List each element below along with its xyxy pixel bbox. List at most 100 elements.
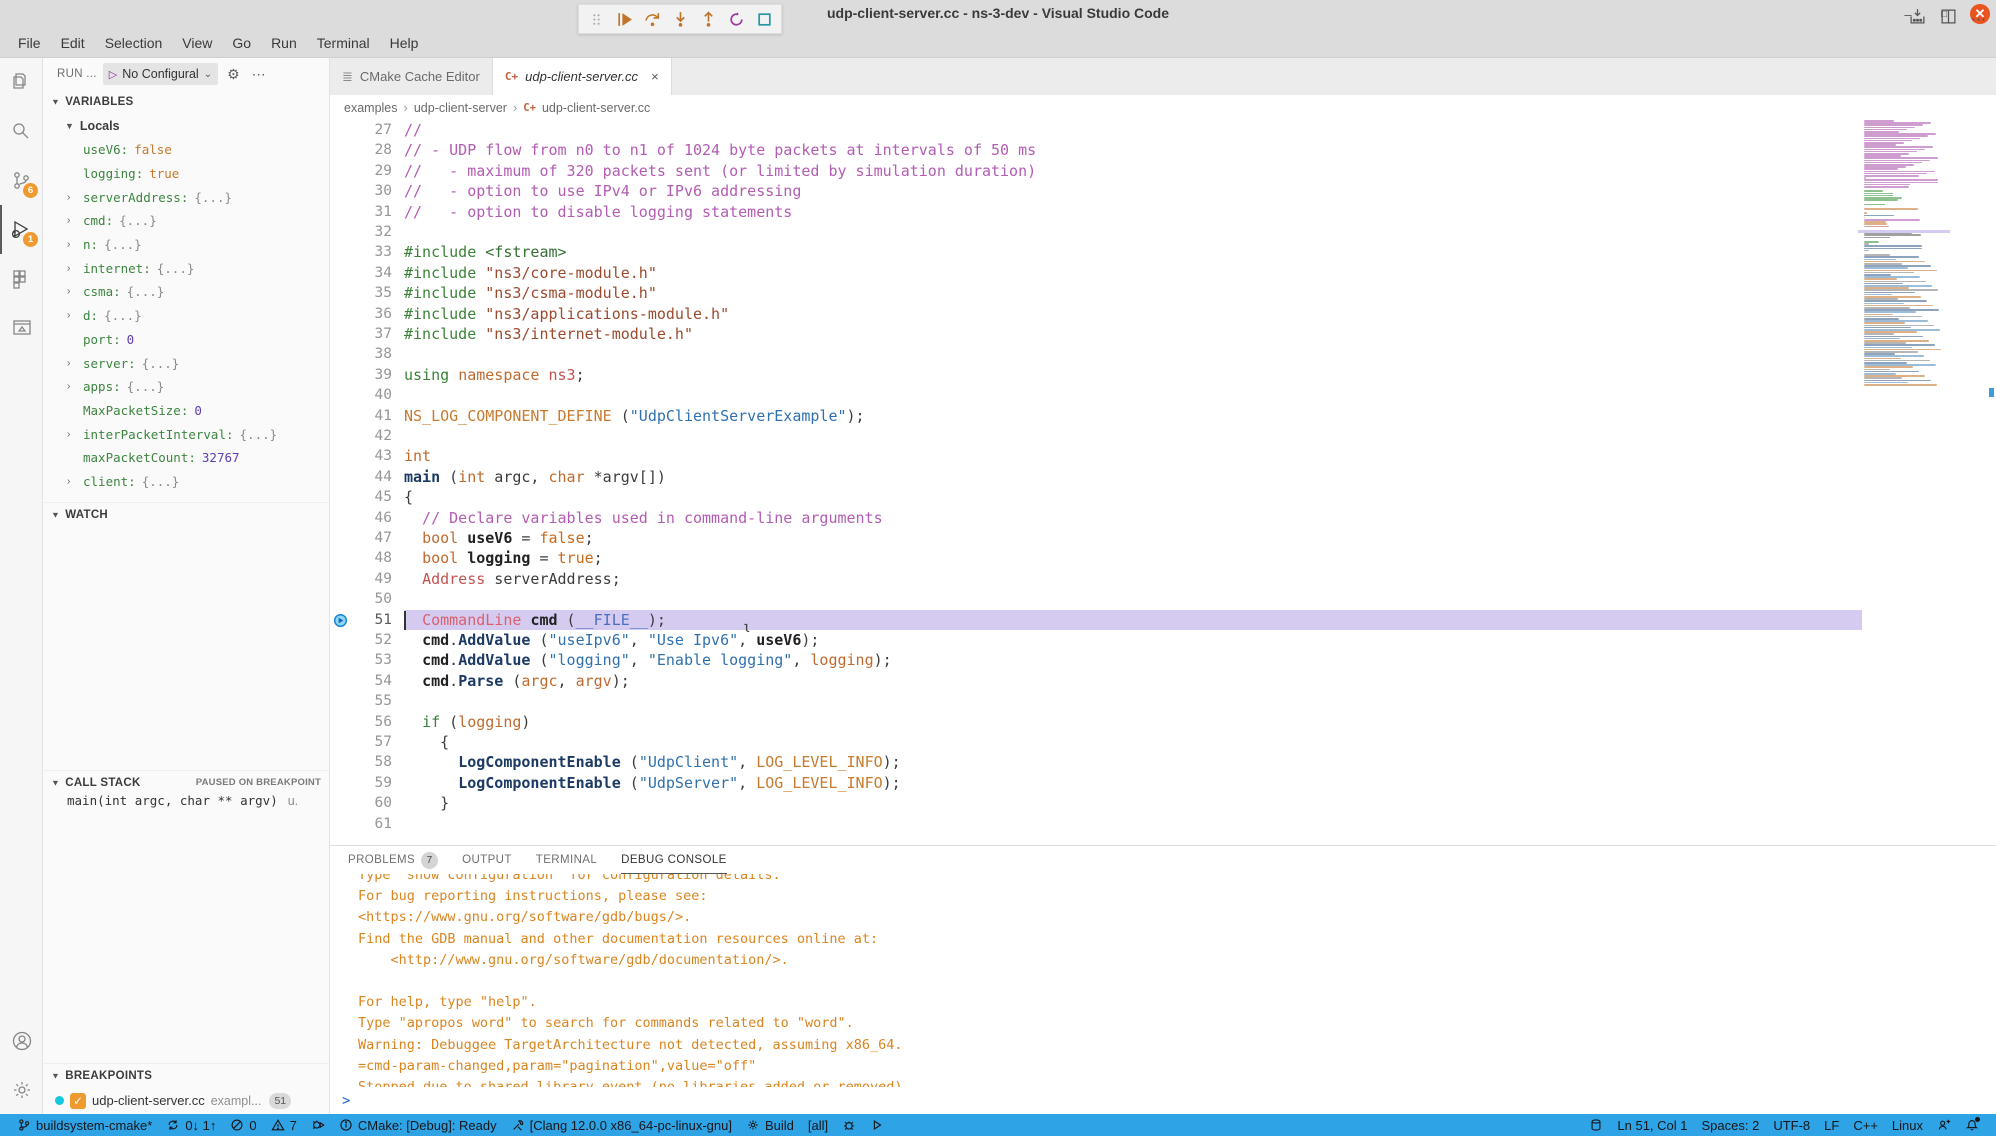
locals-scope[interactable]: ▼ Locals	[43, 114, 329, 138]
variable-row[interactable]: ›n:{...}	[43, 233, 329, 257]
code-line-61[interactable]: 61	[330, 814, 1996, 834]
code-line-58[interactable]: 58 LogComponentEnable ("UdpClient", LOG_…	[330, 752, 1996, 772]
status-branch[interactable]: buildsystem-cmake*	[10, 1118, 159, 1133]
code-line-37[interactable]: 37#include "ns3/internet-module.h"	[330, 324, 1996, 344]
chevron-right-icon[interactable]: ›	[67, 239, 83, 250]
activity-account-icon[interactable]	[0, 1016, 43, 1065]
code-line-51[interactable]: 51 CommandLine cmd (__FILE__);	[330, 610, 1996, 630]
status-bug[interactable]	[835, 1118, 863, 1132]
status-gear[interactable]: Build	[739, 1118, 801, 1133]
menu-selection[interactable]: Selection	[95, 31, 173, 55]
code-line-50[interactable]: 50	[330, 589, 1996, 609]
status-info[interactable]: CMake: [Debug]: Ready	[332, 1118, 504, 1133]
menu-go[interactable]: Go	[222, 31, 261, 55]
status-database[interactable]	[1582, 1118, 1610, 1132]
variable-row[interactable]: ›cmd:{...}	[43, 209, 329, 233]
code-line-48[interactable]: 48 bool logging = true;	[330, 548, 1996, 568]
code-line-31[interactable]: 31// - option to disable logging stateme…	[330, 202, 1996, 222]
code-line-45[interactable]: 45{	[330, 487, 1996, 507]
activity-search-icon[interactable]	[0, 107, 43, 156]
panel-tab-debug-console[interactable]: DEBUG CONSOLE	[621, 846, 727, 874]
status-ln-51-col-1[interactable]: Ln 51, Col 1	[1610, 1118, 1694, 1133]
breadcrumb-item[interactable]: examples	[344, 101, 398, 115]
menu-run[interactable]: Run	[261, 31, 307, 55]
code-line-30[interactable]: 30// - option to use IPv4 or IPv6 addres…	[330, 181, 1996, 201]
variable-row[interactable]: ›interPacketInterval:{...}	[43, 422, 329, 446]
tab-cmake-cache-editor[interactable]: ≣CMake Cache Editor	[330, 58, 493, 95]
code-line-43[interactable]: 43int	[330, 446, 1996, 466]
breadcrumb-item[interactable]: udp-client-server.cc	[542, 101, 650, 115]
status-bell[interactable]	[1958, 1118, 1986, 1132]
breakpoint-row[interactable]: ✓ udp-client-server.cc exampl... 51	[43, 1088, 329, 1113]
more-actions-icon[interactable]: ⋯	[1971, 10, 1986, 28]
status-feedback[interactable]	[1930, 1118, 1958, 1132]
chevron-right-icon[interactable]: ›	[67, 429, 83, 440]
code-line-56[interactable]: 56 if (logging)	[330, 712, 1996, 732]
panel-tab-terminal[interactable]: TERMINAL	[536, 846, 597, 874]
variable-row[interactable]: ›serverAddress:{...}	[43, 185, 329, 209]
status-play[interactable]	[863, 1118, 891, 1132]
debug-settings-gear-icon[interactable]: ⚙	[224, 66, 243, 83]
chevron-right-icon[interactable]: ›	[67, 215, 83, 226]
status-error[interactable]: 0	[223, 1118, 263, 1133]
code-line-47[interactable]: 47 bool useV6 = false;	[330, 528, 1996, 548]
split-editor-icon[interactable]	[1940, 8, 1957, 30]
code-line-44[interactable]: 44main (int argc, char *argv[])	[330, 467, 1996, 487]
chevron-right-icon[interactable]: ›	[67, 358, 83, 369]
menu-file[interactable]: File	[8, 31, 51, 55]
variable-row[interactable]: ›csma:{...}	[43, 280, 329, 304]
activity-run-and-debug-icon[interactable]: 1	[0, 205, 43, 254]
code-line-33[interactable]: 33#include <fstream>	[330, 242, 1996, 262]
code-line-34[interactable]: 34#include "ns3/core-module.h"	[330, 263, 1996, 283]
code-line-32[interactable]: 32	[330, 222, 1996, 242]
code-line-46[interactable]: 46 // Declare variables used in command-…	[330, 508, 1996, 528]
breakpoints-section-header[interactable]: ▼ BREAKPOINTS	[43, 1063, 329, 1087]
chevron-right-icon[interactable]: ›	[67, 286, 83, 297]
activity-test-panel-icon[interactable]	[0, 303, 43, 352]
code-line-38[interactable]: 38	[330, 344, 1996, 364]
variable-row[interactable]: maxPacketCount:32767	[43, 446, 329, 470]
variable-row[interactable]: ›client:{...}	[43, 470, 329, 494]
panel-tab-problems[interactable]: PROBLEMS7	[348, 846, 438, 874]
code-line-55[interactable]: 55	[330, 691, 1996, 711]
status-linux[interactable]: Linux	[1885, 1118, 1930, 1133]
menu-edit[interactable]: Edit	[51, 31, 95, 55]
status-warning[interactable]: 7	[264, 1118, 304, 1133]
debug-console-output[interactable]: Type "show configuration" for configurat…	[330, 874, 1996, 1087]
continue-button[interactable]	[611, 6, 637, 32]
code-line-49[interactable]: 49 Address serverAddress;	[330, 569, 1996, 589]
step-out-button[interactable]	[695, 6, 721, 32]
code-line-39[interactable]: 39using namespace ns3;	[330, 365, 1996, 385]
status-sync[interactable]: 0↓ 1↑	[159, 1118, 223, 1133]
variable-row[interactable]: useV6:false	[43, 138, 329, 162]
status-bug-play[interactable]	[304, 1118, 332, 1132]
status-spaces-2[interactable]: Spaces: 2	[1695, 1118, 1767, 1133]
activity-explorer-icon[interactable]	[0, 58, 43, 107]
code-line-36[interactable]: 36#include "ns3/applications-module.h"	[330, 304, 1996, 324]
chevron-right-icon[interactable]: ›	[67, 263, 83, 274]
variable-row[interactable]: ›server:{...}	[43, 351, 329, 375]
code-line-57[interactable]: 57 {	[330, 732, 1996, 752]
code-editor[interactable]: 27//28// - UDP flow from n0 to n1 of 102…	[330, 120, 1996, 845]
code-line-35[interactable]: 35#include "ns3/csma-module.h"	[330, 283, 1996, 303]
menu-view[interactable]: View	[172, 31, 222, 55]
status-lf[interactable]: LF	[1817, 1118, 1846, 1133]
chevron-right-icon[interactable]: ›	[67, 476, 83, 487]
watch-section-header[interactable]: ▼ WATCH	[43, 502, 329, 526]
menu-terminal[interactable]: Terminal	[307, 31, 380, 55]
menu-help[interactable]: Help	[380, 31, 429, 55]
code-line-53[interactable]: 53 cmd.AddValue ("logging", "Enable logg…	[330, 650, 1996, 670]
code-line-27[interactable]: 27//	[330, 120, 1996, 140]
code-line-41[interactable]: 41NS_LOG_COMPONENT_DEFINE ("UdpClientSer…	[330, 406, 1996, 426]
code-line-29[interactable]: 29// - maximum of 320 packets sent (or l…	[330, 161, 1996, 181]
status-utf-8[interactable]: UTF-8	[1766, 1118, 1817, 1133]
code-line-40[interactable]: 40	[330, 385, 1996, 405]
variable-row[interactable]: ›internet:{...}	[43, 256, 329, 280]
breadcrumb-item[interactable]: udp-client-server	[414, 101, 507, 115]
launch-config-dropdown[interactable]: ▷ No Configural ⌄	[103, 63, 218, 85]
console-prompt[interactable]: >	[342, 1093, 350, 1109]
tab-udp-client-server-cc[interactable]: C+udp-client-server.cc×	[493, 58, 672, 95]
code-line-59[interactable]: 59 LogComponentEnable ("UdpServer", LOG_…	[330, 773, 1996, 793]
status-tools[interactable]: [Clang 12.0.0 x86_64-pc-linux-gnu]	[504, 1118, 739, 1133]
variable-row[interactable]: ›d:{...}	[43, 304, 329, 328]
